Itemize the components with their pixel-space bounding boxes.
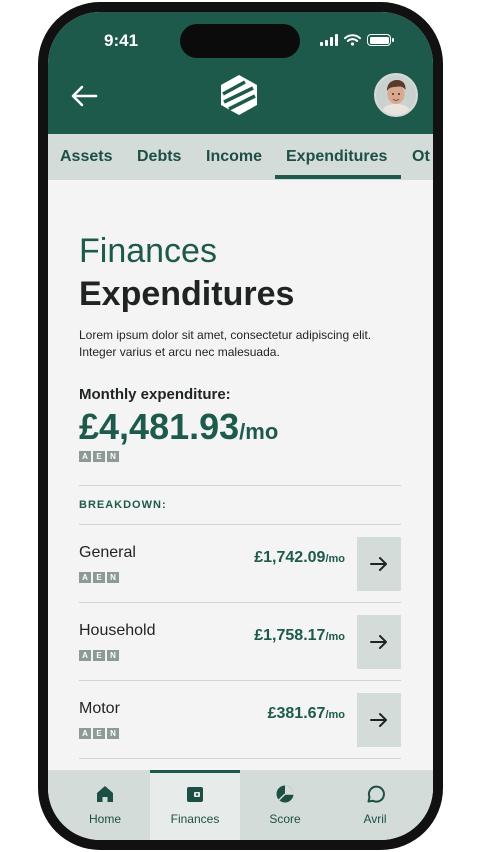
nav-score[interactable]: Score <box>240 770 330 840</box>
active-tab-indicator <box>275 175 401 179</box>
tag-e: E <box>93 451 105 462</box>
monthly-amount-unit: /mo <box>239 419 279 444</box>
tab-bar: Assets Debts Income Expenditures Ot <box>48 134 433 180</box>
row-label: General <box>79 544 136 561</box>
tag-e: E <box>93 650 105 661</box>
main-content: Finances Expenditures Lorem ipsum dolor … <box>48 180 433 825</box>
section-heading: Finances <box>79 232 217 270</box>
row-amount: £381.67/mo <box>268 705 345 723</box>
bottom-nav: Home Finances Score Avril <box>48 770 433 840</box>
row-amount-unit: /mo <box>325 709 345 721</box>
avatar[interactable] <box>374 73 418 117</box>
breakdown-label: BREAKDOWN: <box>79 499 167 511</box>
row-amount-unit: /mo <box>325 631 345 643</box>
user-photo-icon <box>376 75 416 115</box>
home-icon <box>97 786 113 802</box>
row-tags: A E N <box>79 572 119 583</box>
back-button[interactable] <box>68 82 100 110</box>
nav-label: Home <box>88 812 121 826</box>
dynamic-island <box>180 24 300 58</box>
tab-income[interactable]: Income <box>206 148 262 166</box>
arrow-right-icon <box>370 713 387 727</box>
tab-other[interactable]: Ot <box>412 148 430 166</box>
tag-a: A <box>79 728 91 739</box>
tab-debts[interactable]: Debts <box>137 148 181 166</box>
open-motor-button[interactable] <box>357 693 401 747</box>
row-amount: £1,742.09/mo <box>254 549 345 567</box>
signal-icon <box>320 34 338 46</box>
monthly-expenditure-label: Monthly expenditure: <box>79 386 231 403</box>
row-amount-unit: /mo <box>325 553 345 565</box>
tab-assets[interactable]: Assets <box>60 148 112 166</box>
tag-a: A <box>79 572 91 583</box>
row-amount: £1,758.17/mo <box>254 627 345 645</box>
nav-label: Avril <box>363 812 387 826</box>
nav-home[interactable]: Home <box>60 770 150 840</box>
tag-n: N <box>107 572 119 583</box>
row-amount-value: £1,758.17 <box>254 627 326 644</box>
wallet-icon <box>187 787 203 802</box>
nav-label: Finances <box>170 812 220 826</box>
tag-a: A <box>79 451 91 462</box>
status-time: 9:41 <box>104 31 139 50</box>
chat-bubble-icon <box>367 785 385 803</box>
tag-n: N <box>107 728 119 739</box>
monthly-tags: A E N <box>79 451 119 462</box>
divider <box>79 485 401 486</box>
row-tags: A E N <box>79 650 119 661</box>
tag-n: N <box>107 451 119 462</box>
battery-icon <box>367 34 394 46</box>
tab-expenditures[interactable]: Expenditures <box>286 148 387 166</box>
app-header: 9:41 <box>48 12 433 134</box>
divider <box>79 758 401 759</box>
arrow-right-icon <box>370 557 387 571</box>
tag-n: N <box>107 650 119 661</box>
breakdown-row-general: General A E N £1,742.09/mo <box>48 524 433 602</box>
row-amount-value: £381.67 <box>267 705 326 722</box>
open-household-button[interactable] <box>357 615 401 669</box>
arrow-right-icon <box>370 635 387 649</box>
tag-a: A <box>79 650 91 661</box>
row-amount-value: £1,742.09 <box>254 549 326 566</box>
row-tags: A E N <box>79 728 119 739</box>
tag-e: E <box>93 728 105 739</box>
status-icons <box>320 34 394 46</box>
nav-avril[interactable]: Avril <box>330 770 420 840</box>
monthly-amount-value: £4,481.93 <box>79 406 240 447</box>
nav-finances[interactable]: Finances <box>150 770 240 840</box>
nav-label: Score <box>269 812 301 826</box>
breakdown-row-motor: Motor A E N £381.67/mo <box>48 680 433 758</box>
breakdown-row-household: Household A E N £1,758.17/mo <box>48 602 433 680</box>
arrow-left-icon <box>71 85 98 107</box>
page-description: Lorem ipsum dolor sit amet, consectetur … <box>79 328 372 359</box>
wifi-icon <box>344 34 361 46</box>
row-label: Household <box>79 622 156 639</box>
app-screen: 9:41 Assets Debts Income Expenditures Ot… <box>48 12 433 840</box>
tag-e: E <box>93 572 105 583</box>
score-chart-icon <box>276 785 294 803</box>
monthly-expenditure-amount: £4,481.93/mo <box>79 406 278 448</box>
brand-logo-icon <box>221 75 257 115</box>
page-title: Expenditures <box>79 275 295 313</box>
open-general-button[interactable] <box>357 537 401 591</box>
row-label: Motor <box>79 700 120 717</box>
